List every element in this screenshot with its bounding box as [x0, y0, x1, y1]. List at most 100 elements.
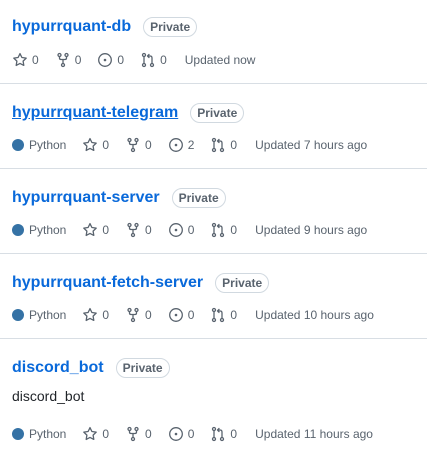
repo-title-row: hypurrquant-telegram Private: [12, 102, 427, 124]
star-icon: [83, 222, 98, 237]
repo-name-link[interactable]: hypurrquant-db: [12, 18, 131, 36]
issues-link[interactable]: 0: [97, 52, 124, 68]
issues-count: 0: [187, 427, 195, 441]
issue-opened-icon: [168, 223, 183, 237]
updated-time: Updated 9 hours ago: [255, 223, 368, 237]
git-pull-request-icon: [212, 137, 225, 153]
issue-opened-icon: [168, 138, 183, 152]
star-icon: [83, 426, 98, 441]
language-color-dot: [12, 139, 24, 151]
visibility-badge: Private: [115, 358, 170, 378]
updated-time: Updated 10 hours ago: [255, 308, 374, 322]
stars-count: 0: [102, 308, 110, 322]
stars-link[interactable]: 0: [82, 137, 109, 153]
language: Python: [12, 223, 66, 237]
issues-count: 0: [187, 223, 195, 237]
language-name: Python: [29, 427, 67, 441]
repo-forked-icon: [57, 52, 69, 68]
language-name: Python: [29, 223, 67, 237]
stars-count: 0: [102, 138, 110, 152]
issues-count: 0: [117, 53, 125, 67]
issues-link[interactable]: 0: [168, 222, 195, 238]
issues-link[interactable]: 0: [168, 426, 195, 442]
visibility-badge: Private: [143, 17, 198, 37]
forks-link[interactable]: 0: [125, 222, 152, 238]
repo-forked-icon: [127, 222, 139, 238]
issue-opened-icon: [168, 427, 183, 441]
forks-count: 0: [145, 223, 152, 237]
repo-name-link[interactable]: hypurrquant-server: [12, 189, 160, 207]
repo-item: hypurrquant-fetch-server Private Python …: [0, 254, 427, 339]
pulls-count: 0: [230, 223, 238, 237]
language-color-dot: [12, 309, 24, 321]
pulls-count: 0: [230, 427, 238, 441]
repo-meta: 0 0 0 0 Updated now: [12, 51, 427, 69]
stars-link[interactable]: 0: [12, 52, 39, 68]
issues-link[interactable]: 2: [168, 137, 195, 153]
pulls-count: 0: [230, 308, 238, 322]
stars-link[interactable]: 0: [82, 222, 109, 238]
repo-meta: Python 0 0 0 0 Updated 11 hours ago: [12, 425, 427, 443]
language-color-dot: [12, 428, 24, 440]
language: Python: [12, 427, 66, 441]
stars-count: 0: [32, 53, 39, 67]
repo-name-link[interactable]: hypurrquant-telegram: [12, 104, 178, 122]
stars-count: 0: [102, 223, 110, 237]
git-pull-request-icon: [212, 307, 225, 323]
visibility-badge: Private: [171, 188, 226, 208]
forks-link[interactable]: 0: [125, 426, 152, 442]
issues-count: 0: [187, 308, 195, 322]
pulls-link[interactable]: 0: [210, 222, 237, 238]
language: Python: [12, 308, 66, 322]
repo-item: hypurrquant-telegram Private Python 0 0 …: [0, 84, 427, 169]
star-icon: [13, 52, 27, 67]
stars-link[interactable]: 0: [82, 426, 109, 442]
repo-title-row: hypurrquant-server Private: [12, 187, 427, 209]
pulls-link[interactable]: 0: [210, 137, 237, 153]
issue-opened-icon: [98, 53, 113, 67]
updated-time: Updated now: [184, 53, 256, 67]
git-pull-request-icon: [212, 222, 225, 238]
repository-list: hypurrquant-db Private 0 0 0 0 Updated n…: [0, 0, 427, 452]
repo-title-row: hypurrquant-fetch-server Private: [12, 272, 427, 294]
issues-count: 2: [187, 138, 195, 152]
forks-link[interactable]: 0: [125, 137, 152, 153]
repo-name-link[interactable]: hypurrquant-fetch-server: [12, 274, 203, 292]
updated-time: Updated 7 hours ago: [255, 138, 368, 152]
repo-forked-icon: [127, 137, 139, 153]
pulls-link[interactable]: 0: [210, 426, 237, 442]
forks-count: 0: [145, 138, 152, 152]
language-name: Python: [29, 138, 67, 152]
star-icon: [83, 307, 98, 322]
repo-title-row: hypurrquant-db Private: [12, 16, 427, 38]
visibility-badge: Private: [215, 273, 270, 293]
forks-link[interactable]: 0: [125, 307, 152, 323]
pulls-count: 0: [160, 53, 167, 67]
issues-link[interactable]: 0: [168, 307, 195, 323]
repo-forked-icon: [127, 307, 139, 323]
repo-name-link[interactable]: discord_bot: [12, 359, 104, 377]
repo-meta: Python 0 0 2 0 Updated 7 hours ago: [12, 136, 427, 154]
visibility-badge: Private: [190, 103, 245, 123]
forks-link[interactable]: 0: [55, 52, 82, 68]
repo-meta: Python 0 0 0 0 Updated 10 hours ago: [12, 306, 427, 324]
repo-title-row: discord_bot Private: [12, 357, 427, 379]
pulls-link[interactable]: 0: [140, 52, 167, 68]
star-icon: [83, 137, 98, 152]
stars-link[interactable]: 0: [82, 307, 109, 323]
forks-count: 0: [145, 427, 152, 441]
updated-time: Updated 11 hours ago: [255, 427, 373, 441]
repo-item: hypurrquant-server Private Python 0 0 0: [0, 169, 427, 254]
repo-forked-icon: [127, 426, 139, 442]
git-pull-request-icon: [141, 52, 155, 68]
git-pull-request-icon: [212, 426, 225, 442]
repo-meta: Python 0 0 0 0 Updated 9 hours ago: [12, 221, 427, 239]
language-color-dot: [12, 224, 24, 236]
pulls-link[interactable]: 0: [210, 307, 237, 323]
forks-count: 0: [145, 308, 152, 322]
repo-item: hypurrquant-db Private 0 0 0 0 Updated n…: [0, 0, 427, 84]
forks-count: 0: [74, 53, 82, 67]
language-name: Python: [29, 308, 67, 322]
stars-count: 0: [102, 427, 110, 441]
pulls-count: 0: [230, 138, 238, 152]
